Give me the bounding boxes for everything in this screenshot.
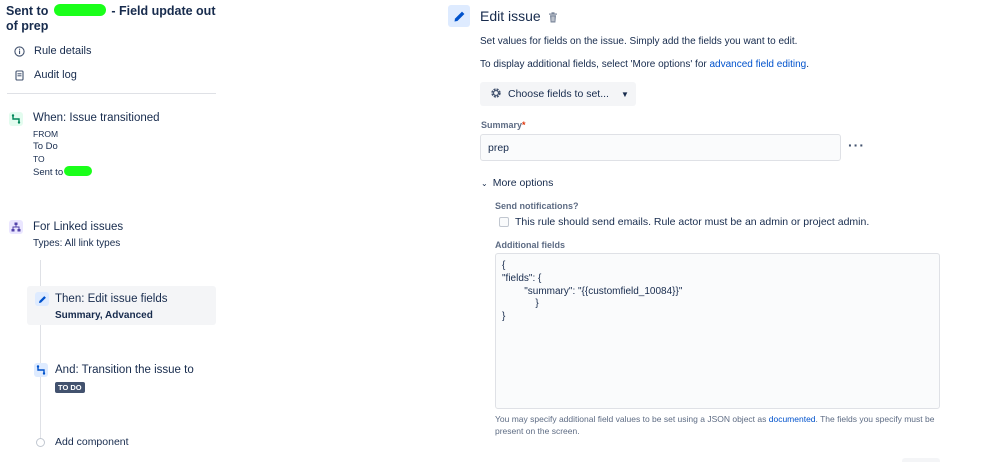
to-value: Sent to — [33, 165, 93, 180]
chevron-down-icon: ⌄ — [481, 178, 488, 188]
audit-log-label: Audit log — [34, 69, 77, 81]
send-emails-checkbox[interactable] — [499, 217, 509, 227]
hierarchy-icon — [9, 220, 23, 234]
transition-icon — [34, 363, 48, 377]
send-emails-label: This rule should send emails. Rule actor… — [515, 216, 870, 228]
pencil-icon — [35, 292, 49, 306]
trigger-title: When: Issue transitioned — [33, 112, 160, 124]
trash-icon[interactable] — [548, 10, 558, 23]
trigger-details: FROM To Do TO Sent to — [33, 128, 93, 180]
add-component-button[interactable]: Add component — [36, 436, 129, 448]
json-line: "summary": "{{customfield_10084}}" — [502, 285, 683, 297]
gear-icon — [490, 87, 502, 102]
rule-title: Sent to - Field update out of prep — [6, 4, 218, 34]
status-lozenge: TO DO — [55, 382, 85, 393]
choose-fields-button[interactable]: Choose fields to set... ▼ — [480, 82, 636, 106]
action-title: Then: Edit issue fields — [55, 293, 168, 305]
action-subtitle: Summary, Advanced — [55, 310, 153, 321]
send-notifications-label: Send notifications? — [495, 201, 579, 211]
to-label: TO — [33, 154, 45, 164]
summary-input[interactable]: prep — [480, 134, 841, 161]
footer-button[interactable] — [902, 458, 940, 462]
action-edit-issue-selected[interactable]: Then: Edit issue fields Summary, Advance… — [27, 286, 216, 325]
info-icon — [14, 45, 25, 57]
audit-log-link[interactable]: Audit log — [14, 69, 77, 81]
document-icon — [14, 69, 25, 81]
additional-fields-help: You may specify additional field values … — [495, 414, 935, 436]
transition-title: And: Transition the issue to — [55, 364, 194, 376]
more-icon[interactable]: ··· — [848, 137, 865, 153]
from-value: To Do — [33, 140, 58, 152]
add-component-label: Add component — [55, 436, 129, 448]
rule-details-label: Rule details — [34, 45, 92, 57]
more-options-label: More options — [492, 177, 554, 189]
rule-sidebar: Sent to - Field update out of prep Rule … — [0, 0, 225, 462]
additional-fields-label: Additional fields — [495, 240, 566, 250]
json-line: "fields": { — [502, 272, 542, 284]
advanced-field-editing-link[interactable]: advanced field editing — [710, 59, 807, 70]
editor-description: Set values for fields on the issue. Simp… — [480, 36, 798, 47]
documented-link[interactable]: documented — [769, 414, 816, 424]
choose-fields-label: Choose fields to set... — [508, 88, 609, 100]
transition-icon — [9, 112, 23, 126]
chevron-down-icon: ▼ — [620, 89, 629, 99]
json-line: { — [502, 260, 506, 271]
redacted-mark — [64, 165, 93, 176]
add-dot-icon — [36, 437, 45, 447]
pencil-icon — [448, 5, 470, 27]
editor-more-options-hint: To display additional fields, select 'Mo… — [480, 59, 810, 70]
rule-title-prefix: Sent to — [6, 4, 49, 18]
additional-fields-textarea[interactable]: { "fields": { "summary": "{{customfield_… — [495, 253, 940, 409]
from-label: FROM — [33, 129, 59, 139]
json-line: } — [502, 298, 539, 310]
rule-details-link[interactable]: Rule details — [14, 45, 91, 57]
editor-title: Edit issue — [480, 8, 541, 24]
redacted-mark — [53, 4, 106, 16]
summary-label: Summary* — [481, 120, 526, 130]
send-emails-option[interactable]: This rule should send emails. Rule actor… — [499, 216, 869, 228]
more-options-toggle[interactable]: ⌄ More options — [481, 177, 553, 189]
branch-title: For Linked issues — [33, 221, 124, 233]
sidebar-divider — [7, 93, 216, 94]
json-line: } — [502, 311, 506, 323]
branch-subtitle: Types: All link types — [33, 238, 121, 249]
